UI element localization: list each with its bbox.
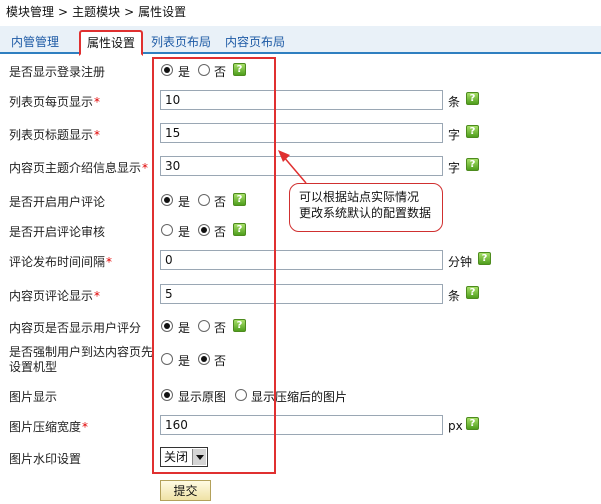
label-image-width: 图片压缩宽度* [9,420,89,434]
radio-enable-comment-yes[interactable] [161,194,173,206]
select-watermark-value: 关闭 [164,450,189,464]
help-icon[interactable]: ? [466,158,479,171]
help-icon[interactable]: ? [466,417,479,430]
help-icon[interactable]: ? [233,193,246,206]
help-icon[interactable]: ? [233,63,246,76]
radio-label-yes: 是 [178,195,191,209]
label-force-mechanism: 是否强制用户到达内容页先设置机型 [9,345,154,374]
help-icon[interactable]: ? [233,223,246,236]
radio-label-compressed: 显示压缩后的图片 [251,390,348,404]
label-show-login: 是否显示登录注册 [9,65,106,79]
annotation-callout: 可以根据站点实际情况 更改系统默认的配置数据 [289,183,443,232]
help-icon[interactable]: ? [233,319,246,332]
tab-property-settings[interactable]: 属性设置 [79,30,144,56]
input-list-title-length[interactable] [160,123,443,143]
breadcrumb: 模块管理 > 主题模块 > 属性设置 [6,3,186,21]
label-list-per-page: 列表页每页显示* [9,95,101,109]
radio-label-no: 否 [214,321,227,335]
radio-comment-review-no[interactable] [198,224,210,236]
help-icon[interactable]: ? [466,286,479,299]
unit-list-title-length: 字 [448,128,461,142]
radio-label-no: 否 [214,65,227,79]
radio-enable-comment-no[interactable] [198,194,210,206]
label-comment-interval: 评论发布时间间隔* [9,255,113,269]
annotation-line-1: 可以根据站点实际情况 [299,190,420,204]
tab-list-layout[interactable]: 列表页布局 [151,32,211,52]
label-watermark: 图片水印设置 [9,452,82,466]
required-mark: * [94,289,101,303]
radio-show-rating-no[interactable] [198,320,210,332]
radio-image-original[interactable] [161,389,173,401]
radio-label-yes: 是 [178,354,191,368]
help-icon[interactable]: ? [466,92,479,105]
label-content-intro-length: 内容页主题介绍信息显示* [9,161,149,175]
input-image-width[interactable] [160,415,443,435]
unit-image-width: px [448,419,463,433]
radio-label-original: 显示原图 [178,390,227,404]
breadcrumb-item-module[interactable]: 模块管理 [6,5,54,19]
input-content-comment-count[interactable] [160,284,443,304]
label-comment-review: 是否开启评论审核 [9,225,106,239]
label-enable-comment: 是否开启用户评论 [9,195,106,209]
chevron-down-icon[interactable] [192,449,206,465]
breadcrumb-separator: > [124,5,135,19]
radio-label-no: 否 [214,225,227,239]
radio-label-yes: 是 [178,225,191,239]
radio-label-yes: 是 [178,321,191,335]
required-mark: * [106,255,113,269]
required-mark: * [82,420,89,434]
radio-force-mechanism-no[interactable] [198,353,210,365]
radio-label-no: 否 [214,354,227,368]
required-mark: * [94,128,101,142]
unit-content-comment-count: 条 [448,289,461,303]
tab-bar: 内管管理 属性设置 列表页布局 内容页布局 [0,26,601,56]
radio-show-rating-yes[interactable] [161,320,173,332]
help-icon[interactable]: ? [466,125,479,138]
radio-comment-review-yes[interactable] [161,224,173,236]
unit-content-intro-length: 字 [448,161,461,175]
required-mark: * [94,95,101,109]
breadcrumb-separator: > [58,5,69,19]
unit-comment-interval: 分钟 [448,255,473,269]
radio-label-no: 否 [214,195,227,209]
radio-label-yes: 是 [178,65,191,79]
annotation-line-2: 更改系统默认的配置数据 [299,206,432,220]
radio-show-login-no[interactable] [198,64,210,76]
tab-content-layout[interactable]: 内容页布局 [225,32,285,52]
tab-content-management[interactable]: 内管管理 [11,32,59,52]
submit-button[interactable]: 提交 [160,480,211,501]
unit-list-per-page: 条 [448,95,461,109]
label-show-rating: 内容页是否显示用户评分 [9,321,142,335]
help-icon[interactable]: ? [478,252,491,265]
select-watermark[interactable]: 关闭 [160,447,208,467]
radio-image-compressed[interactable] [235,389,247,401]
radio-show-login-yes[interactable] [161,64,173,76]
input-list-per-page[interactable] [160,90,443,110]
required-mark: * [142,161,149,175]
label-content-comment-count: 内容页评论显示* [9,289,101,303]
radio-force-mechanism-yes[interactable] [161,353,173,365]
breadcrumb-item-topic[interactable]: 主题模块 [72,5,120,19]
input-comment-interval[interactable] [160,250,443,270]
breadcrumb-item-current: 属性设置 [138,5,187,19]
input-content-intro-length[interactable] [160,156,443,176]
label-list-title-length: 列表页标题显示* [9,128,101,142]
label-image-display: 图片显示 [9,390,58,404]
